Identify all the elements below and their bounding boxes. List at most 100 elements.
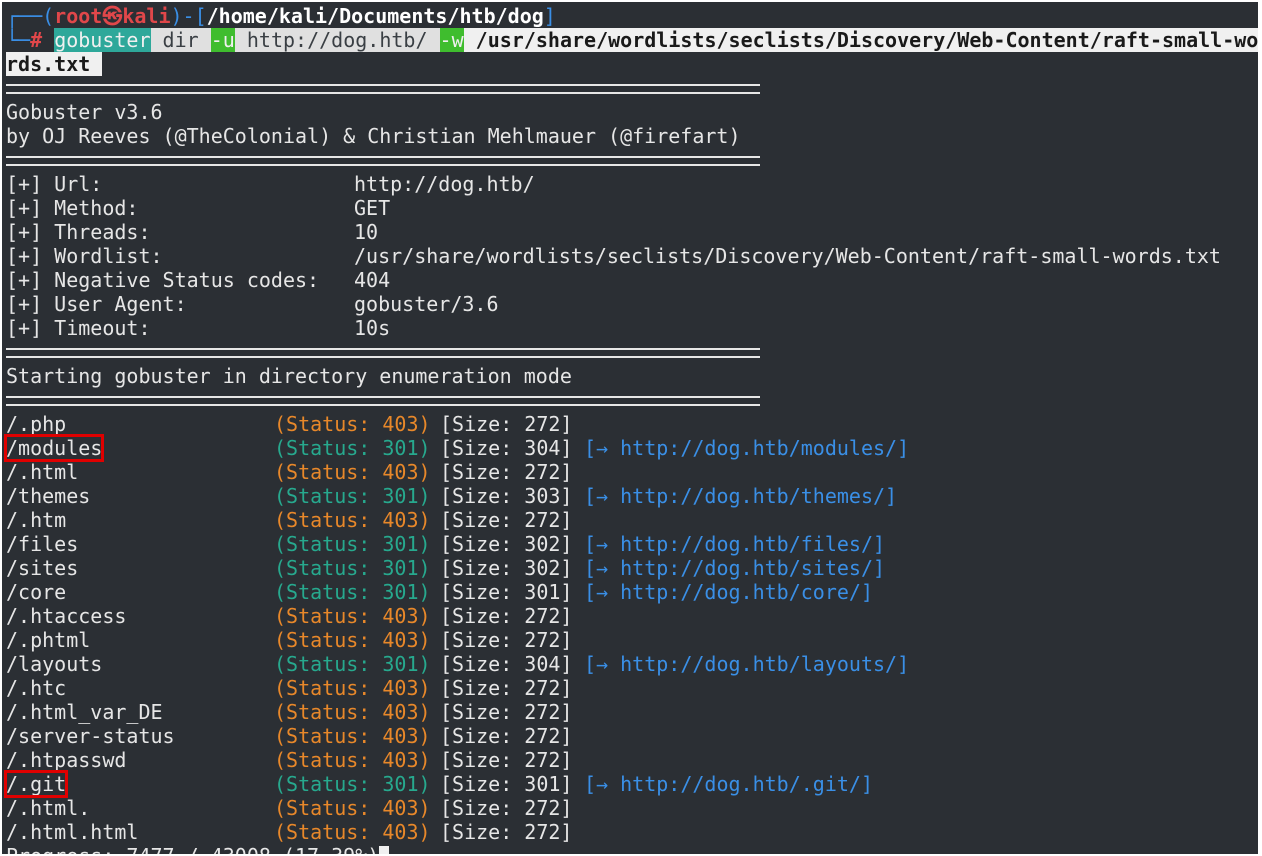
result-path: /.html. xyxy=(6,796,91,820)
flag-u: -u xyxy=(210,28,235,52)
separator xyxy=(6,156,760,166)
result-status: (Status: 403) xyxy=(274,676,431,700)
cursor[interactable] xyxy=(379,846,390,854)
url-argument: http://dog.htb/ xyxy=(234,28,440,52)
result-path: /.phtml xyxy=(6,628,91,652)
config-label: [+] Timeout: xyxy=(6,316,151,340)
result-row: /layouts (Status: 301) [Size: 304] [→ http:… xyxy=(6,652,1246,676)
result-path: /modules xyxy=(3,434,105,462)
result-status: (Status: 301) xyxy=(274,580,431,604)
command-subcommand: dir xyxy=(150,28,211,52)
command-line-wrap: rds.txt xyxy=(6,52,103,76)
config-value: 404 xyxy=(354,268,391,292)
prompt-user: root㉿kali xyxy=(54,4,171,28)
result-path: /.htc xyxy=(6,676,67,700)
result-status: (Status: 403) xyxy=(274,724,431,748)
result-path: /core xyxy=(6,580,67,604)
result-size: [Size: 272] xyxy=(440,820,573,844)
result-size: [Size: 272] xyxy=(440,724,573,748)
config-label: [+] Method: xyxy=(6,196,139,220)
result-size: [Size: 304] xyxy=(440,436,573,460)
result-redirect[interactable]: [→ http://dog.htb/sites/] xyxy=(584,556,885,580)
result-size: [Size: 272] xyxy=(440,700,573,724)
result-status: (Status: 403) xyxy=(274,748,431,772)
result-row: /.htc (Status: 403) [Size: 272] xyxy=(6,676,1246,700)
config-value: /usr/share/wordlists/seclists/Discovery/… xyxy=(354,244,1221,268)
separator xyxy=(6,396,760,406)
prompt-bracket-end: ] xyxy=(543,4,556,28)
result-row: /.html. (Status: 403) [Size: 272] xyxy=(6,796,1246,820)
result-row: /core (Status: 301) [Size: 301] [→ http://d… xyxy=(6,580,1246,604)
result-path: /layouts xyxy=(6,652,103,676)
result-path: /.htm xyxy=(6,508,67,532)
result-status: (Status: 301) xyxy=(274,532,431,556)
prompt-corner-top: ┌──( xyxy=(6,4,55,28)
command-line[interactable]: └─# gobuster dir -u http://dog.htb/ -w /… xyxy=(6,28,1258,52)
result-status: (Status: 301) xyxy=(274,652,431,676)
config-row: [+] Negative Status codes: 404 xyxy=(6,268,390,292)
result-size: [Size: 272] xyxy=(440,412,573,436)
prompt-path: /home/kali/Documents/htb/dog xyxy=(206,4,544,28)
result-size: [Size: 301] xyxy=(440,580,573,604)
result-path: /.git xyxy=(3,770,69,798)
result-row: /sites (Status: 301) [Size: 302] [→ http://… xyxy=(6,556,1246,580)
result-path: /server-status xyxy=(6,724,175,748)
banner-authors: by OJ Reeves (@TheColonial) & Christian … xyxy=(6,124,741,148)
result-row: /modules (Status: 301) [Size: 304] [→ http:… xyxy=(3,434,1246,462)
progress-line: Progress: 7477 / 43008 (17.39%) xyxy=(6,844,390,854)
prompt-bracket-mid: )-[ xyxy=(170,4,207,28)
config-row: [+] Method: GET xyxy=(6,196,390,220)
result-row: /.html (Status: 403) [Size: 272] xyxy=(6,460,1246,484)
result-size: [Size: 272] xyxy=(440,676,573,700)
result-size: [Size: 272] xyxy=(440,796,573,820)
config-label: [+] Negative Status codes: xyxy=(6,268,320,292)
result-redirect[interactable]: [→ http://dog.htb/themes/] xyxy=(584,484,897,508)
result-status: (Status: 403) xyxy=(274,700,431,724)
config-row: [+] Threads: 10 xyxy=(6,220,378,244)
result-path: /files xyxy=(6,532,79,556)
command-name: gobuster xyxy=(54,28,151,52)
result-row: /.phtml (Status: 403) [Size: 272] xyxy=(6,628,1246,652)
result-status: (Status: 403) xyxy=(274,508,431,532)
result-redirect[interactable]: [→ http://dog.htb/modules/] xyxy=(584,436,909,460)
config-value: http://dog.htb/ xyxy=(354,172,535,196)
result-path: /.html_var_DE xyxy=(6,700,163,724)
result-redirect[interactable]: [→ http://dog.htb/files/] xyxy=(584,532,885,556)
result-size: [Size: 272] xyxy=(440,628,573,652)
wordlist-argument-part1: /usr/share/wordlists/seclists/Discovery/… xyxy=(463,28,1258,52)
result-status: (Status: 403) xyxy=(274,628,431,652)
prompt-line: ┌──(root㉿kali)-[/home/kali/Documents/htb… xyxy=(6,4,556,28)
progress-text: Progress: 7477 / 43008 (17.39%) xyxy=(6,844,379,854)
config-label: [+] Threads: xyxy=(6,220,151,244)
result-status: (Status: 403) xyxy=(274,460,431,484)
result-size: [Size: 303] xyxy=(440,484,573,508)
result-redirect[interactable]: [→ http://dog.htb/.git/] xyxy=(584,772,873,796)
result-row: /themes (Status: 301) [Size: 303] [→ http:/… xyxy=(6,484,1246,508)
result-status: (Status: 301) xyxy=(274,772,431,796)
config-label: [+] Wordlist: xyxy=(6,244,163,268)
config-row: [+] Url: http://dog.htb/ xyxy=(6,172,535,196)
result-size: [Size: 272] xyxy=(440,460,573,484)
config-value: gobuster/3.6 xyxy=(354,292,499,316)
config-label: [+] Url: xyxy=(6,172,103,196)
result-path: /.htaccess xyxy=(6,604,127,628)
prompt-hash: # xyxy=(30,28,43,52)
result-path: /.php xyxy=(6,412,67,436)
result-row: /.html.html (Status: 403) [Size: 272] xyxy=(6,820,1246,844)
result-size: [Size: 304] xyxy=(440,652,573,676)
result-status: (Status: 403) xyxy=(274,604,431,628)
result-status: (Status: 403) xyxy=(274,820,431,844)
terminal-window[interactable]: ┌──(root㉿kali)-[/home/kali/Documents/htb… xyxy=(2,2,1258,854)
result-row: /.git (Status: 301) [Size: 301] [→ http://d… xyxy=(3,770,1246,798)
config-value: 10 xyxy=(354,220,379,244)
config-value: GET xyxy=(354,196,391,220)
result-redirect[interactable]: [→ http://dog.htb/layouts/] xyxy=(584,652,909,676)
flag-w: -w xyxy=(439,28,464,52)
result-path: /.html.html xyxy=(6,820,139,844)
result-path: /.html xyxy=(6,460,79,484)
separator xyxy=(6,348,760,358)
result-status: (Status: 403) xyxy=(274,796,431,820)
result-size: [Size: 272] xyxy=(440,508,573,532)
config-row: [+] Timeout: 10s xyxy=(6,316,390,340)
result-redirect[interactable]: [→ http://dog.htb/core/] xyxy=(584,580,873,604)
